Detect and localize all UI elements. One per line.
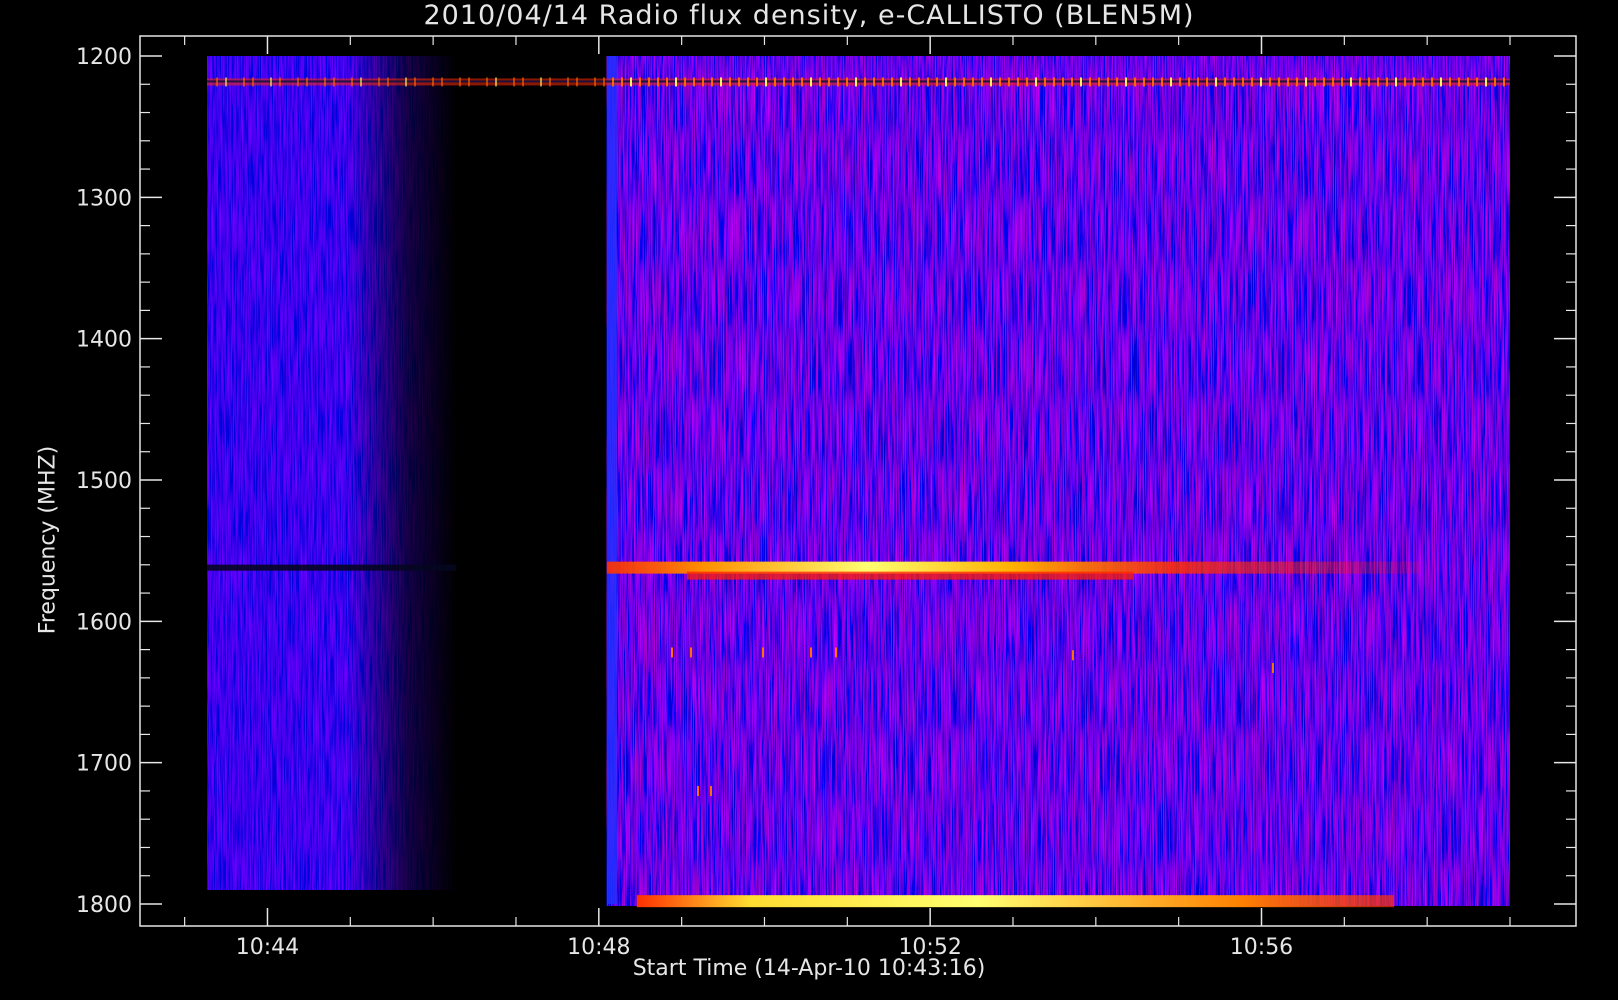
- spectrogram-chart: 1200 1300 1400 1500 1600 1700 1800 10:44 10:48 10…: [76, 35, 1577, 960]
- y-tick-label: 1800: [76, 893, 132, 918]
- y-tick-label: 1600: [76, 610, 132, 635]
- x-tick-label: 10:56: [1230, 935, 1293, 960]
- data-gap: [455, 56, 607, 904]
- spectrogram-fade: [347, 56, 456, 890]
- emission-band-1218: [207, 77, 1510, 87]
- emission-band-1798: [636, 895, 1395, 908]
- plot-area: [207, 56, 1510, 908]
- x-tick-label: 10:48: [567, 935, 630, 960]
- y-tick-label: 1500: [76, 469, 132, 494]
- spectrogram-late-region: [606, 56, 1510, 906]
- x-tick-label: 10:44: [236, 935, 299, 960]
- spectrogram-edge: [606, 56, 617, 904]
- x-tick-label: 10:52: [898, 935, 961, 960]
- y-tick-label: 1400: [76, 328, 132, 353]
- y-tick-label: 1300: [76, 186, 132, 211]
- y-tick-label: 1200: [76, 45, 132, 70]
- y-tick-label: 1700: [76, 752, 132, 777]
